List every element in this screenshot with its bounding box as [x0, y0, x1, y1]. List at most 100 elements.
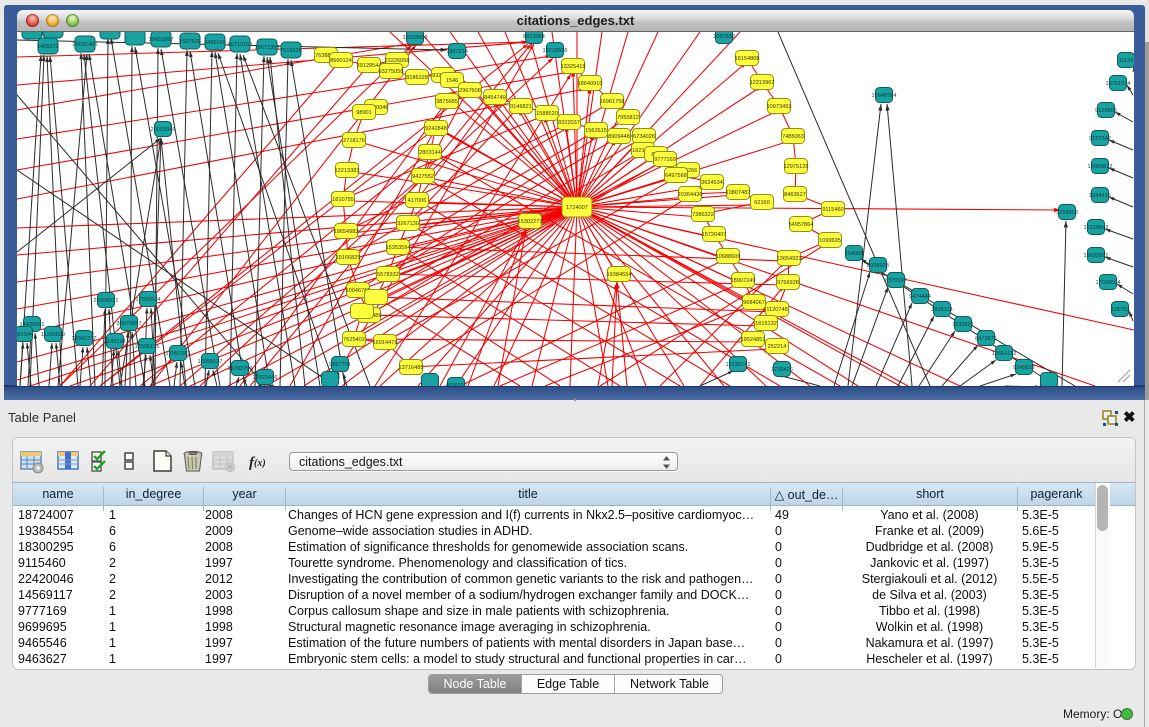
svg-text:11156829: 11156829 [41, 332, 65, 338]
svg-text:16154808: 16154808 [735, 56, 760, 62]
svg-text:5578332: 5578332 [377, 272, 399, 278]
svg-text:12923446: 12923446 [253, 375, 278, 381]
svg-text:12505135: 12505135 [135, 344, 160, 350]
svg-text:10958127: 10958127 [198, 359, 223, 365]
svg-text:20053346: 20053346 [151, 127, 176, 133]
svg-text:9129906: 9129906 [1095, 108, 1117, 114]
svg-text:15353594: 15353594 [386, 245, 411, 251]
svg-text:1615132: 1615132 [755, 321, 777, 327]
svg-text:9857791: 9857791 [329, 362, 351, 368]
svg-text:8813054: 8813054 [523, 34, 545, 40]
svg-text:12213967: 12213967 [750, 80, 775, 86]
svg-text:7632621: 7632621 [952, 322, 974, 328]
svg-text:2803144: 2803144 [419, 150, 441, 156]
svg-text:6497568: 6497568 [665, 173, 687, 179]
svg-text:17957253: 17957253 [166, 351, 191, 357]
svg-text:16648764: 16648764 [872, 93, 897, 99]
svg-text:17359934: 17359934 [136, 297, 161, 303]
svg-text:1588520: 1588520 [536, 111, 558, 117]
svg-text:15302273: 15302273 [518, 219, 543, 225]
svg-text:1099695: 1099695 [819, 238, 841, 244]
svg-text:164095: 164095 [845, 251, 864, 257]
svg-text:13654923: 13654923 [777, 256, 802, 262]
svg-text:18907249: 18907249 [731, 278, 756, 284]
svg-text:8938923: 8938923 [867, 263, 889, 269]
svg-text:3624534: 3624534 [701, 180, 723, 186]
svg-text:1405572: 1405572 [37, 44, 59, 50]
svg-text:15751074: 15751074 [1106, 81, 1131, 87]
svg-text:9474444: 9474444 [909, 294, 931, 300]
svg-text:1546: 1546 [446, 78, 458, 84]
svg-text:10807487: 10807487 [726, 190, 751, 196]
svg-text:19654983: 19654983 [334, 229, 359, 235]
svg-text:1733426: 1733426 [771, 367, 793, 373]
svg-text:9777169: 9777169 [654, 157, 676, 163]
svg-text:19218506: 19218506 [543, 48, 568, 54]
svg-text:6466160: 6466160 [204, 40, 226, 46]
svg-text:16782759: 16782759 [228, 366, 253, 372]
svg-text:4698222: 4698222 [445, 383, 467, 386]
svg-text:10719155: 10719155 [228, 42, 253, 48]
svg-text:126753: 126753 [1111, 307, 1130, 313]
svg-text:16210643: 16210643 [1084, 225, 1109, 231]
svg-text:23226058: 23226058 [385, 58, 410, 64]
svg-text:13325419: 13325419 [561, 64, 586, 70]
svg-text:16033809: 16033809 [403, 35, 428, 41]
svg-text:7485063: 7485063 [782, 134, 804, 140]
svg-text:8660124: 8660124 [330, 58, 352, 64]
svg-text:6379197: 6379197 [885, 278, 907, 284]
svg-text:8322037: 8322037 [558, 120, 580, 126]
svg-text:15692971: 15692971 [1084, 253, 1109, 259]
svg-text:10688609: 10688609 [716, 254, 741, 260]
svg-text:11124: 11124 [1119, 58, 1134, 64]
svg-text:9756928: 9756928 [777, 280, 799, 286]
svg-text:19671355: 19671355 [255, 45, 280, 51]
svg-text:10654112: 10654112 [992, 351, 1016, 357]
svg-text:3215958: 3215958 [1056, 210, 1078, 216]
svg-text:8909448: 8909448 [608, 134, 630, 140]
svg-text:9115460: 9115460 [822, 207, 843, 213]
svg-text:9245612: 9245612 [1013, 365, 1035, 371]
svg-text:30975867: 30975867 [117, 321, 142, 327]
svg-text:20691406: 20691406 [73, 42, 98, 48]
svg-text:15720407: 15720407 [702, 232, 727, 238]
svg-text:1724007: 1724007 [566, 205, 588, 211]
svg-text:391544: 391544 [17, 332, 33, 338]
svg-text:9227342: 9227342 [1089, 136, 1111, 142]
svg-text:13716485: 13716485 [399, 365, 424, 371]
svg-text:7955812: 7955812 [617, 115, 639, 121]
svg-text:8454749: 8454749 [484, 95, 506, 101]
svg-text:1810755: 1810755 [332, 197, 354, 203]
svg-text:93275058: 93275058 [379, 69, 404, 75]
svg-text:8471676: 8471676 [975, 336, 997, 342]
svg-text:20364436: 20364436 [678, 192, 703, 198]
svg-text:1145194: 1145194 [104, 339, 125, 345]
svg-text:20206531: 20206531 [94, 298, 119, 304]
svg-text:19524851: 19524851 [741, 337, 766, 343]
svg-text:15136141: 15136141 [726, 362, 751, 368]
svg-text:7357214: 7357214 [446, 49, 468, 55]
svg-text:9146821: 9146821 [510, 104, 532, 110]
svg-text:18640910: 18640910 [578, 81, 603, 87]
svg-text:417006: 417006 [408, 198, 427, 204]
svg-text:7515526: 7515526 [280, 48, 302, 54]
svg-text:(x): (x) [254, 458, 266, 469]
svg-text:2718176: 2718176 [343, 138, 365, 144]
svg-text:7386322: 7386322 [692, 212, 714, 218]
svg-text:9684067: 9684067 [743, 300, 765, 306]
svg-text:98901: 98901 [356, 110, 372, 116]
svg-text:3875685: 3875685 [436, 99, 458, 105]
svg-text:1244415: 1244415 [1089, 193, 1111, 199]
svg-text:17016504: 17016504 [1096, 280, 1121, 286]
svg-text:12213383: 12213383 [335, 168, 360, 174]
svg-text:10973493: 10973493 [767, 104, 792, 110]
svg-text:19166825: 19166825 [336, 255, 361, 261]
svg-text:6734028: 6734028 [633, 134, 655, 140]
svg-text:16914479: 16914479 [373, 340, 398, 346]
svg-text:2967608: 2967608 [459, 88, 481, 94]
svg-text:3267130: 3267130 [397, 221, 419, 227]
svg-text:9427552: 9427552 [412, 174, 434, 180]
svg-text:9242848: 9242848 [425, 126, 447, 132]
svg-text:8186328: 8186328 [406, 75, 428, 81]
svg-text:12093872: 12093872 [1088, 164, 1113, 170]
